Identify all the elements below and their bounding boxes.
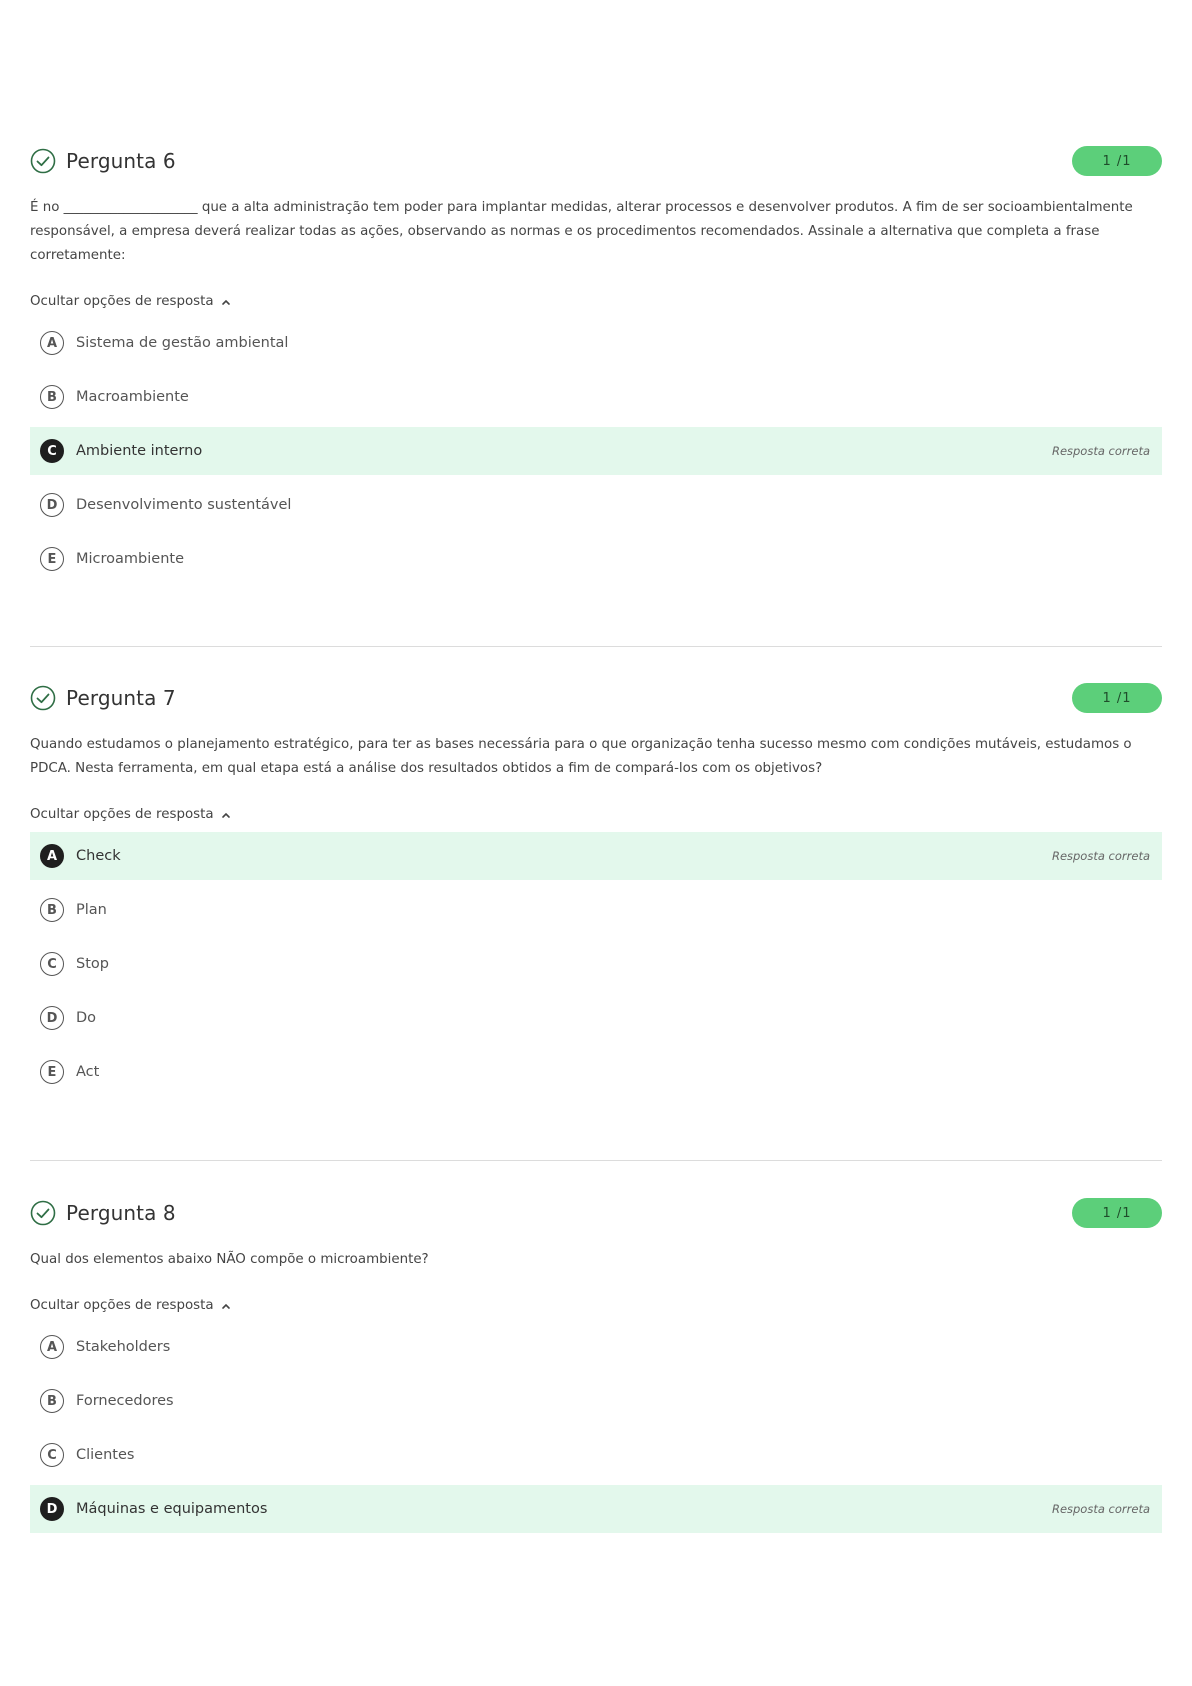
option-label: Macroambiente [76, 389, 189, 405]
option-label: Fornecedores [76, 1393, 174, 1409]
option-label: Check [76, 848, 121, 864]
option-label: Act [76, 1064, 100, 1080]
question-header: Pergunta 6 1 /1 [30, 144, 1162, 178]
option-label: Máquinas e equipamentos [76, 1501, 268, 1517]
correct-answer-tag: Resposta correta [1051, 444, 1150, 458]
question-header: Pergunta 8 1 /1 [30, 1196, 1162, 1230]
chevron-up-icon [220, 296, 232, 308]
option-label: Desenvolvimento sustentável [76, 497, 292, 513]
option-c[interactable]: C Clientes [30, 1431, 1162, 1479]
correct-answer-tag: Resposta correta [1051, 1502, 1150, 1516]
question-title: Pergunta 6 [66, 149, 176, 173]
option-letter: B [40, 898, 64, 922]
option-e[interactable]: E Microambiente [30, 535, 1162, 583]
option-b[interactable]: B Macroambiente [30, 373, 1162, 421]
option-label: Do [76, 1010, 97, 1026]
check-circle-icon [30, 1200, 56, 1226]
option-letter: E [40, 547, 64, 571]
option-c[interactable]: C Stop [30, 940, 1162, 988]
option-label: Ambiente interno [76, 443, 203, 459]
question-text: É no ____________________ que a alta adm… [30, 200, 1133, 263]
check-circle-icon [30, 685, 56, 711]
option-d[interactable]: D Máquinas e equipamentos Resposta corre… [30, 1485, 1162, 1533]
question-title: Pergunta 7 [66, 686, 176, 710]
option-letter: A [40, 1335, 64, 1359]
answer-options: A Sistema de gestão ambiental B Macroamb… [30, 319, 1162, 583]
option-letter: B [40, 1389, 64, 1413]
option-letter: D [40, 1497, 64, 1521]
question-6: Pergunta 6 1 /1 É no ___________________… [30, 144, 1162, 589]
option-letter: B [40, 385, 64, 409]
question-8: Pergunta 8 1 /1 Qual dos elementos abaix… [30, 1196, 1162, 1539]
option-letter: A [40, 331, 64, 355]
question-header: Pergunta 7 1 /1 [30, 681, 1162, 715]
option-label: Sistema de gestão ambiental [76, 335, 289, 351]
option-letter: C [40, 1443, 64, 1467]
correct-answer-tag: Resposta correta [1051, 849, 1150, 863]
score-badge: 1 /1 [1072, 1198, 1162, 1228]
option-a[interactable]: A Sistema de gestão ambiental [30, 319, 1162, 367]
option-b[interactable]: B Plan [30, 886, 1162, 934]
answer-options: A Stakeholders B Fornecedores C Clientes… [30, 1323, 1162, 1533]
question-text: Quando estudamos o planejamento estratég… [30, 737, 1132, 776]
section-divider [30, 1160, 1162, 1161]
option-d[interactable]: D Desenvolvimento sustentável [30, 481, 1162, 529]
option-label: Clientes [76, 1447, 135, 1463]
option-label: Stakeholders [76, 1339, 171, 1355]
hide-options-toggle[interactable]: Ocultar opções de resposta [30, 807, 232, 822]
question-text: Qual dos elementos abaixo NÃO compõe o m… [30, 1252, 429, 1267]
option-label: Microambiente [76, 551, 184, 567]
check-circle-icon [30, 148, 56, 174]
toggle-label: Ocultar opções de resposta [30, 1298, 214, 1313]
option-label: Plan [76, 902, 107, 918]
question-7: Pergunta 7 1 /1 Quando estudamos o plane… [30, 681, 1162, 1102]
option-label: Stop [76, 956, 109, 972]
option-letter: C [40, 952, 64, 976]
option-a[interactable]: A Check Resposta correta [30, 832, 1162, 880]
answer-options: A Check Resposta correta B Plan C Stop D… [30, 832, 1162, 1096]
hide-options-toggle[interactable]: Ocultar opções de resposta [30, 294, 232, 309]
section-divider [30, 646, 1162, 647]
option-letter: D [40, 493, 64, 517]
option-letter: A [40, 844, 64, 868]
chevron-up-icon [220, 809, 232, 821]
quiz-results-page: Pergunta 6 1 /1 É no ___________________… [0, 0, 1192, 1686]
option-a[interactable]: A Stakeholders [30, 1323, 1162, 1371]
option-b[interactable]: B Fornecedores [30, 1377, 1162, 1425]
option-letter: E [40, 1060, 64, 1084]
option-letter: C [40, 439, 64, 463]
option-d[interactable]: D Do [30, 994, 1162, 1042]
hide-options-toggle[interactable]: Ocultar opções de resposta [30, 1298, 232, 1313]
option-e[interactable]: E Act [30, 1048, 1162, 1096]
score-badge: 1 /1 [1072, 146, 1162, 176]
option-letter: D [40, 1006, 64, 1030]
toggle-label: Ocultar opções de resposta [30, 807, 214, 822]
question-title: Pergunta 8 [66, 1201, 176, 1225]
toggle-label: Ocultar opções de resposta [30, 294, 214, 309]
option-c[interactable]: C Ambiente interno Resposta correta [30, 427, 1162, 475]
score-badge: 1 /1 [1072, 683, 1162, 713]
chevron-up-icon [220, 1300, 232, 1312]
